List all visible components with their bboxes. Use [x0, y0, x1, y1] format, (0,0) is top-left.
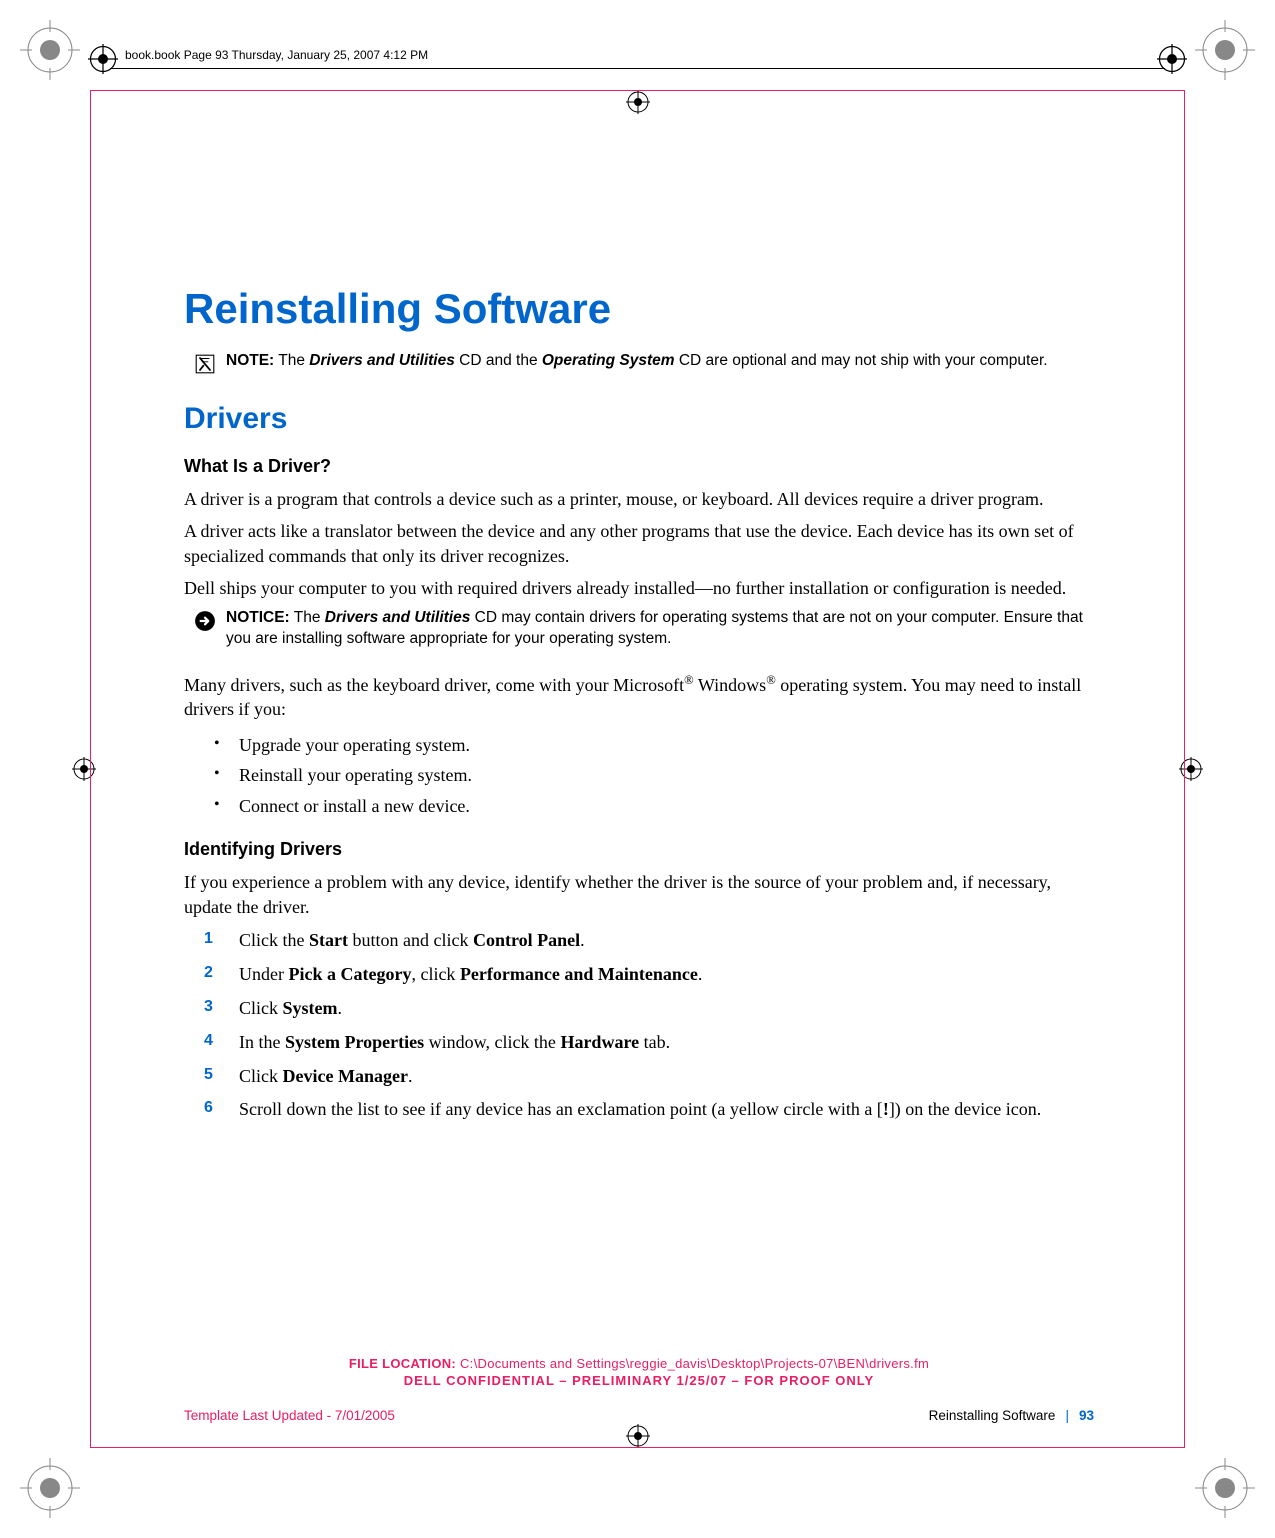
crop-mark-icon — [20, 20, 80, 80]
crop-mark-icon — [1195, 20, 1255, 80]
note-icon — [194, 353, 216, 380]
paragraph: If you experience a problem with any dev… — [184, 870, 1094, 919]
crop-mark-icon — [20, 1458, 80, 1518]
notice-icon — [194, 610, 216, 637]
numbered-list: 1Click the Start button and click Contro… — [184, 927, 1094, 1124]
list-item: 6Scroll down the list to see if any devi… — [184, 1096, 1094, 1124]
paragraph: A driver acts like a translator between … — [184, 519, 1094, 568]
list-item: 4In the System Properties window, click … — [184, 1029, 1094, 1057]
registration-mark-icon — [88, 44, 118, 74]
notice-block: NOTICE: The Drivers and Utilities CD may… — [194, 608, 1094, 650]
list-item: 2Under Pick a Category, click Performanc… — [184, 961, 1094, 989]
list-item: Connect or install a new device. — [184, 791, 1094, 822]
notice-text: NOTICE: The Drivers and Utilities CD may… — [226, 608, 1094, 650]
section-heading-drivers: Drivers — [184, 402, 1094, 436]
crop-mark-icon — [1195, 1458, 1255, 1518]
subheading-what-is-driver: What Is a Driver? — [184, 456, 1094, 477]
page-number-block: Reinstalling Software|93 — [929, 1408, 1094, 1423]
page-footer: Template Last Updated - 7/01/2005 Reinst… — [184, 1408, 1094, 1423]
paragraph: Dell ships your computer to you with req… — [184, 576, 1094, 600]
list-item: Reinstall your operating system. — [184, 760, 1094, 791]
bullet-list: Upgrade your operating system. Reinstall… — [184, 730, 1094, 822]
list-item: 1Click the Start button and click Contro… — [184, 927, 1094, 955]
list-item: 5Click Device Manager. — [184, 1063, 1094, 1091]
paragraph: Many drivers, such as the keyboard drive… — [184, 672, 1094, 722]
subheading-identifying-drivers: Identifying Drivers — [184, 839, 1094, 860]
list-item: 3Click System. — [184, 995, 1094, 1023]
note-text: NOTE: The Drivers and Utilities CD and t… — [226, 351, 1048, 372]
footer-file-block: FILE LOCATION: C:\Documents and Settings… — [184, 1356, 1094, 1388]
template-date: Template Last Updated - 7/01/2005 — [184, 1408, 395, 1423]
header-divider — [110, 68, 1165, 69]
note-block: NOTE: The Drivers and Utilities CD and t… — [194, 351, 1094, 380]
confidential-notice: DELL CONFIDENTIAL – PRELIMINARY 1/25/07 … — [184, 1373, 1094, 1388]
list-item: Upgrade your operating system. — [184, 730, 1094, 761]
header-book-info: book.book Page 93 Thursday, January 25, … — [125, 48, 428, 62]
page-content: Reinstalling Software NOTE: The Drivers … — [184, 285, 1094, 1130]
paragraph: A driver is a program that controls a de… — [184, 487, 1094, 511]
page-title: Reinstalling Software — [184, 285, 1094, 333]
registration-mark-icon — [1157, 44, 1187, 74]
file-location: FILE LOCATION: C:\Documents and Settings… — [184, 1356, 1094, 1371]
